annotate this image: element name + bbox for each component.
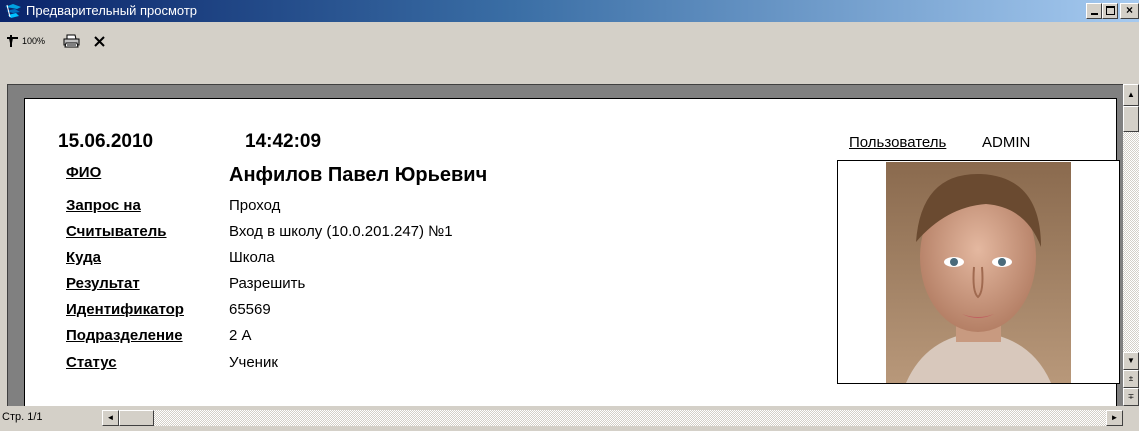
minimize-icon (1091, 13, 1098, 15)
destination-value: Школа (229, 249, 275, 266)
zoom-label: 100% (22, 36, 46, 46)
app-icon (5, 4, 21, 18)
request-value: Проход (229, 197, 281, 214)
scroll-thumb[interactable] (1123, 106, 1139, 132)
close-preview-button[interactable] (93, 30, 106, 52)
arrow-up-icon: ▲ (1127, 90, 1135, 99)
user-label: Пользователь (849, 134, 947, 151)
minimize-button[interactable] (1086, 3, 1102, 19)
department-value: 2 А (229, 327, 252, 344)
scroll-right-button[interactable]: ► (1106, 410, 1123, 426)
horizontal-thumb[interactable] (119, 410, 154, 426)
page-down-button[interactable]: ∓ (1123, 388, 1139, 406)
report-page: 15.06.2010 14:42:09 Пользователь ADMIN Ф… (24, 98, 1120, 407)
horizontal-scrollbar[interactable]: ◄ ► (102, 410, 1123, 426)
person-photo (886, 162, 1071, 383)
status-value: Ученик (229, 354, 278, 371)
maximize-button[interactable] (1102, 3, 1118, 19)
identifier-label: Идентификатор (66, 301, 184, 318)
arrow-left-icon: ◄ (106, 413, 115, 422)
department-label: Подразделение (66, 327, 183, 344)
print-button[interactable] (63, 30, 80, 52)
zoom-button[interactable]: 100% (6, 30, 45, 52)
page-up-button[interactable]: ± (1123, 370, 1139, 388)
request-label: Запрос на (66, 197, 141, 214)
status-label: Статус (66, 354, 117, 371)
window-title: Предварительный просмотр (26, 3, 198, 18)
report-time: 14:42:09 (245, 131, 322, 152)
double-down-icon: ∓ (1127, 392, 1135, 401)
identifier-value: 65569 (229, 301, 271, 318)
page-number: Стр. 1/1 (2, 411, 43, 423)
scroll-left-button[interactable]: ◄ (102, 410, 119, 426)
arrow-right-icon: ► (1110, 413, 1119, 422)
close-window-icon: × (1125, 3, 1133, 17)
double-up-icon: ± (1128, 374, 1134, 383)
status-bar: Стр. 1/1 ◄ ► (0, 406, 1139, 431)
printer-icon (63, 34, 80, 48)
preview-viewport[interactable]: 15.06.2010 14:42:09 Пользователь ADMIN Ф… (7, 84, 1123, 407)
toolbar: 100% (0, 22, 1139, 84)
scroll-up-button[interactable]: ▲ (1123, 84, 1139, 106)
user-value: ADMIN (982, 134, 1031, 151)
result-value: Разрешить (229, 275, 306, 292)
reader-value: Вход в школу (10.0.201.247) №1 (229, 223, 453, 240)
close-window-button[interactable]: × (1120, 3, 1139, 19)
photo-frame (837, 160, 1120, 384)
scroll-down-button[interactable]: ▼ (1123, 352, 1139, 370)
fio-value: Анфилов Павел Юрьевич (229, 164, 488, 186)
close-icon (94, 35, 105, 47)
destination-label: Куда (66, 249, 101, 266)
vertical-scrollbar[interactable]: ▲ ▼ ± ∓ (1123, 84, 1139, 406)
result-label: Результат (66, 275, 140, 292)
preview-window: Предварительный просмотр × 100% 15.06.20… (0, 0, 1139, 431)
title-bar[interactable]: Предварительный просмотр × (0, 0, 1139, 22)
reader-label: Считыватель (66, 223, 167, 240)
report-date: 15.06.2010 (58, 131, 154, 152)
zoom-pin-icon (7, 35, 18, 47)
fio-label: ФИО (66, 164, 102, 181)
arrow-down-icon: ▼ (1127, 356, 1135, 365)
maximize-icon (1106, 6, 1115, 15)
